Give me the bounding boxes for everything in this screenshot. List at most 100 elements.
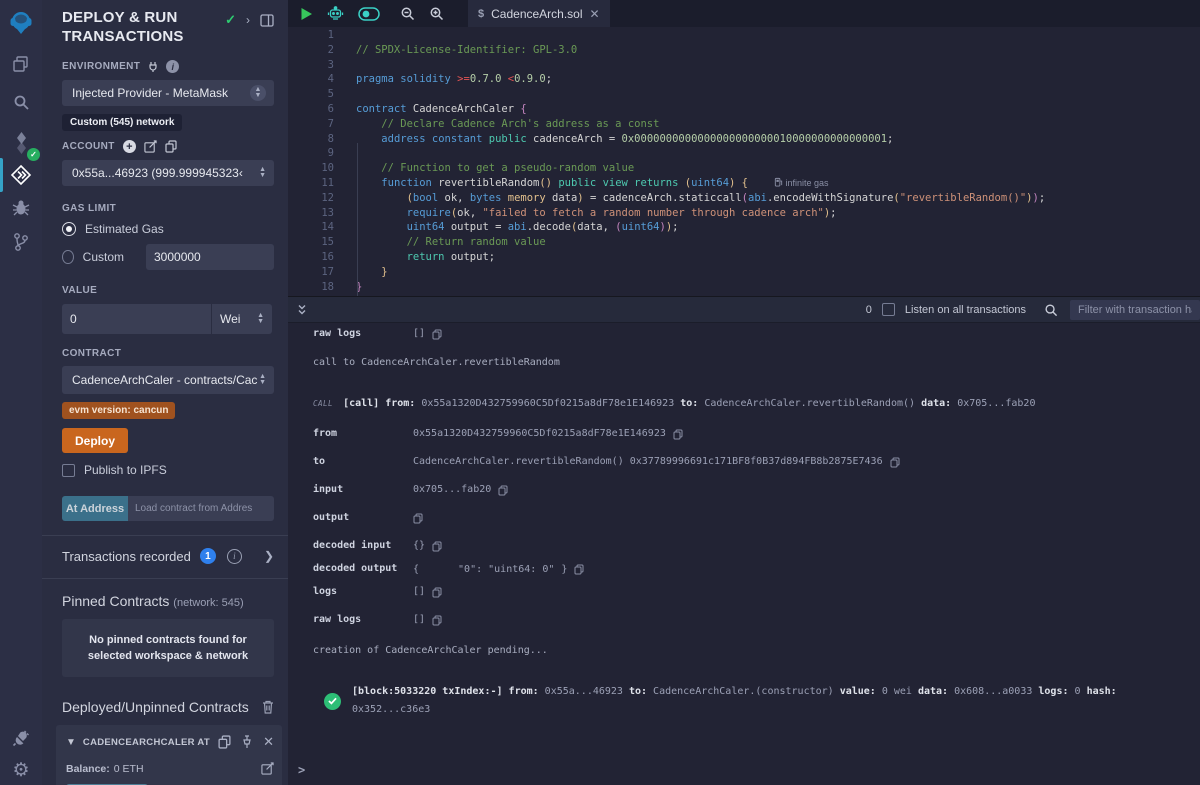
custom-gas-radio[interactable] — [62, 250, 74, 264]
ai-copilot-robot-icon[interactable] — [327, 6, 344, 22]
line-number: 15 — [288, 235, 334, 250]
at-address-input[interactable] — [128, 496, 274, 521]
code-line[interactable]: 1 — [288, 28, 1200, 43]
code-text: function revertibleRandom() public view … — [334, 176, 829, 191]
copy-account-icon[interactable] — [165, 140, 177, 153]
line-number: 12 — [288, 191, 334, 206]
copy-icon[interactable] — [498, 485, 508, 496]
divider — [42, 535, 288, 536]
terminal-kv-row: toCadenceArchCaler.revertibleRandom() 0x… — [288, 453, 1200, 471]
copy-icon[interactable] — [574, 564, 584, 575]
pin-panel-icon[interactable] — [260, 14, 274, 27]
copy-icon[interactable] — [432, 615, 442, 626]
plugin-manager-icon[interactable] — [0, 726, 42, 750]
copy-icon[interactable] — [432, 587, 442, 598]
terminal-key: input — [313, 481, 413, 499]
environment-stepper-icon[interactable]: ▲▼ — [250, 85, 266, 101]
zoom-in-icon[interactable] — [429, 6, 444, 21]
code-line[interactable]: 6contract CadenceArchCaler { — [288, 102, 1200, 117]
transactions-info-icon[interactable]: i — [227, 549, 242, 564]
line-number: 2 — [288, 43, 334, 58]
account-select[interactable]: 0x55a...46923 (999.999945323‹ ▲▼ — [62, 160, 274, 186]
estimated-gas-radio[interactable] — [62, 222, 76, 236]
add-account-icon[interactable]: + — [123, 140, 136, 153]
code-line[interactable]: 2// SPDX-License-Identifier: GPL-3.0 — [288, 43, 1200, 58]
search-icon[interactable] — [0, 90, 42, 114]
remix-logo-icon[interactable] — [0, 8, 42, 38]
copilot-toggle-icon[interactable] — [358, 7, 380, 21]
code-line[interactable]: 11 function revertibleRandom() public vi… — [288, 176, 1200, 191]
deploy-run-icon[interactable] — [0, 162, 42, 188]
tab-cadencearch-sol[interactable]: $ CadenceArch.sol ✕ — [468, 0, 610, 27]
code-line[interactable]: 7 // Declare Cadence Arch's address as a… — [288, 117, 1200, 132]
divider — [42, 578, 288, 579]
edit-balance-icon[interactable] — [261, 762, 274, 775]
terminal-search-icon[interactable] — [1044, 303, 1058, 317]
sign-message-icon[interactable] — [144, 140, 157, 153]
code-line[interactable]: 4pragma solidity >=0.7.0 <0.9.0; — [288, 72, 1200, 87]
code-line[interactable]: 16 return output; — [288, 250, 1200, 265]
at-address-button[interactable]: At Address — [62, 496, 128, 521]
git-icon[interactable] — [0, 230, 42, 254]
copy-icon[interactable] — [413, 513, 423, 524]
indent-guide — [357, 143, 358, 296]
terminal-prompt[interactable]: > — [298, 763, 305, 777]
zoom-out-icon[interactable] — [400, 6, 415, 21]
activity-bar: ✓ ⚙ — [0, 0, 42, 785]
copy-icon[interactable] — [432, 329, 442, 340]
contract-select[interactable]: CadenceArchCaler - contracts/Cac ▲▼ — [62, 366, 274, 394]
code-text — [334, 58, 356, 73]
code-line[interactable]: 17 } — [288, 265, 1200, 280]
settings-gear-icon[interactable]: ⚙ — [0, 758, 42, 782]
close-instance-icon[interactable]: ✕ — [263, 734, 274, 750]
code-line[interactable]: 5 — [288, 87, 1200, 102]
code-line[interactable]: 3 — [288, 58, 1200, 73]
terminal-kv-row: decoded input{} — [288, 537, 1200, 555]
code-line[interactable]: 14 uint64 output = abi.decode(data, (uin… — [288, 220, 1200, 235]
account-label: ACCOUNT — [62, 141, 115, 152]
solidity-compiler-icon[interactable]: ✓ — [0, 128, 42, 158]
terminal-key: logs — [313, 583, 413, 601]
plug-small-icon[interactable] — [148, 61, 158, 73]
account-stepper-icon[interactable]: ▲▼ — [259, 167, 266, 179]
deploy-run-panel: DEPLOY & RUN TRANSACTIONS ✓ › ENVIRONMEN… — [42, 0, 288, 785]
value-unit-select[interactable]: Wei ▲▼ — [212, 304, 272, 334]
publish-ipfs-checkbox[interactable] — [62, 464, 75, 477]
value-input[interactable] — [62, 304, 211, 334]
code-line[interactable]: 15 // Return random value — [288, 235, 1200, 250]
code-line[interactable]: 18} — [288, 280, 1200, 295]
terminal-call-row[interactable]: call[call] from: 0x55a1320D432759960C5Df… — [288, 395, 1200, 413]
code-line[interactable]: 8 address constant public cadenceArch = … — [288, 132, 1200, 147]
transactions-expand-icon[interactable]: ❯ — [264, 549, 274, 563]
terminal-collapse-icon[interactable] — [296, 303, 308, 317]
close-tab-icon[interactable]: ✕ — [590, 7, 600, 21]
code-text — [334, 146, 356, 161]
copy-instance-icon[interactable] — [218, 735, 231, 749]
code-editor[interactable]: 12// SPDX-License-Identifier: GPL-3.034p… — [288, 27, 1200, 296]
run-script-icon[interactable] — [300, 7, 313, 21]
deploy-button[interactable]: Deploy — [62, 428, 128, 453]
instance-collapse-icon[interactable]: ▼ — [66, 737, 76, 748]
copy-icon[interactable] — [673, 429, 683, 440]
terminal-block-row[interactable]: [block:5033220 txIndex:-] from: 0x55a...… — [288, 683, 1200, 719]
clear-instances-trash-icon[interactable] — [262, 700, 274, 714]
debugger-icon[interactable] — [0, 196, 42, 220]
code-line[interactable]: 13 require(ok, "failed to fetch a random… — [288, 206, 1200, 221]
copy-icon[interactable] — [432, 541, 442, 552]
panel-chevron-icon[interactable]: › — [246, 13, 250, 27]
terminal-filter-input[interactable] — [1070, 300, 1200, 320]
file-explorer-icon[interactable] — [0, 52, 42, 76]
copy-icon[interactable] — [890, 457, 900, 468]
listen-all-checkbox[interactable] — [882, 303, 895, 316]
custom-gas-input[interactable] — [146, 244, 274, 270]
code-line[interactable]: 12 (bool ok, bytes memory data) = cadenc… — [288, 191, 1200, 206]
terminal-header: 0 Listen on all transactions — [288, 297, 1200, 323]
pin-instance-icon[interactable] — [241, 735, 253, 749]
pinned-empty-line1: No pinned contracts found for — [89, 632, 247, 648]
environment-select[interactable]: Injected Provider - MetaMask ▲▼ — [62, 80, 274, 106]
code-text: return output; — [334, 250, 495, 265]
code-line[interactable]: 9 — [288, 146, 1200, 161]
environment-info-icon[interactable]: i — [166, 60, 179, 73]
code-line[interactable]: 10 // Function to get a pseudo-random va… — [288, 161, 1200, 176]
terminal-value: [] — [413, 583, 442, 601]
